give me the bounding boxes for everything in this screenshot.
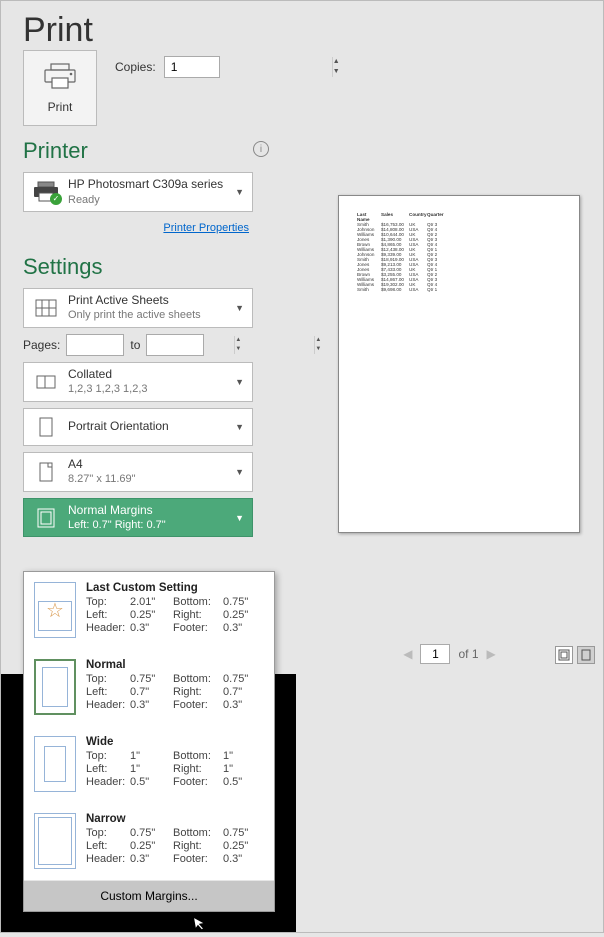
margin-thumb-icon: ☆ <box>34 582 76 638</box>
star-icon: ☆ <box>35 583 75 637</box>
chevron-down-icon: ▼ <box>235 187 244 197</box>
chevron-down-icon: ▼ <box>235 422 244 432</box>
zoom-to-page-button[interactable] <box>577 646 595 664</box>
collation-dropdown[interactable]: Collated 1,2,3 1,2,3 1,2,3 ▼ <box>23 362 253 402</box>
margin-option-last-custom[interactable]: ☆ Last Custom Setting Top:2.01" Bottom:0… <box>24 572 274 649</box>
margin-option-title: Narrow <box>86 813 126 825</box>
margins-popup: ☆ Last Custom Setting Top:2.01" Bottom:0… <box>23 571 275 912</box>
print-scope-dropdown[interactable]: Print Active Sheets Only print the activ… <box>23 288 253 328</box>
printer-dropdown[interactable]: ✓ HP Photosmart C309a series Ready ▼ <box>23 172 253 212</box>
margin-thumb-icon <box>34 659 76 715</box>
chevron-down-icon: ▼ <box>235 377 244 387</box>
next-page-button[interactable]: ▶ <box>487 647 496 661</box>
pages-to-input[interactable] <box>147 338 314 352</box>
margin-option-title: Last Custom Setting <box>86 582 198 594</box>
margin-option-normal[interactable]: Normal Top:0.75" Bottom:0.75" Left:0.7" … <box>24 649 274 726</box>
margin-thumb-icon <box>34 813 76 869</box>
orientation-dropdown[interactable]: Portrait Orientation ▼ <box>23 408 253 446</box>
collated-icon <box>32 368 60 396</box>
pages-label: Pages: <box>23 338 60 352</box>
paper-size-dropdown[interactable]: A4 8.27" x 11.69" ▼ <box>23 452 253 492</box>
collation-sub: 1,2,3 1,2,3 1,2,3 <box>68 382 227 396</box>
margin-option-narrow[interactable]: Narrow Top:0.75" Bottom:0.75" Left:0.25"… <box>24 803 274 880</box>
printer-status: Ready <box>68 193 227 207</box>
pages-from[interactable]: ▲▼ <box>66 334 124 356</box>
spinner-up-icon[interactable]: ▲ <box>315 336 321 345</box>
print-scope-title: Print Active Sheets <box>68 293 227 309</box>
printer-ready-icon: ✓ <box>32 181 60 203</box>
printer-heading: Printer <box>23 138 88 164</box>
pages-to-label: to <box>130 338 140 352</box>
printer-properties-link[interactable]: Printer Properties <box>163 222 249 234</box>
page-number-input[interactable] <box>420 644 450 664</box>
copies-label: Copies: <box>115 60 156 74</box>
copies-input[interactable] <box>165 60 332 74</box>
print-preview: Last Name Sales Country Quarter Smith$16… <box>338 195 580 533</box>
custom-margins-button[interactable]: Custom Margins... <box>24 880 274 911</box>
chevron-down-icon: ▼ <box>235 303 244 313</box>
sheets-icon <box>32 294 60 322</box>
margins-title: Normal Margins <box>68 503 227 519</box>
spinner-down-icon[interactable]: ▼ <box>333 67 340 77</box>
copies-spinner[interactable]: ▲▼ <box>164 56 220 78</box>
preview-table: Last Name Sales Country Quarter Smith$16… <box>357 212 561 292</box>
spinner-down-icon[interactable]: ▼ <box>315 345 321 354</box>
paper-title: A4 <box>68 457 227 473</box>
paper-sub: 8.27" x 11.69" <box>68 472 227 486</box>
orientation-title: Portrait Orientation <box>68 419 227 435</box>
margin-option-wide[interactable]: Wide Top:1" Bottom:1" Left:1" Right:1" H… <box>24 726 274 803</box>
printer-name: HP Photosmart C309a series <box>68 177 227 193</box>
margins-sub: Left: 0.7" Right: 0.7" <box>68 518 227 532</box>
print-button-label: Print <box>48 100 73 114</box>
pages-to[interactable]: ▲▼ <box>146 334 204 356</box>
margin-thumb-icon <box>34 736 76 792</box>
spinner-up-icon[interactable]: ▲ <box>333 57 340 67</box>
print-button[interactable]: Print <box>23 50 97 126</box>
print-scope-sub: Only print the active sheets <box>68 308 227 322</box>
page-icon <box>32 458 60 486</box>
printer-icon <box>43 63 77 94</box>
check-icon: ✓ <box>50 193 62 205</box>
prev-page-button[interactable]: ◀ <box>403 647 412 661</box>
chevron-down-icon: ▼ <box>235 513 244 523</box>
chevron-down-icon: ▼ <box>235 467 244 477</box>
info-icon[interactable]: i <box>253 141 269 157</box>
portrait-icon <box>32 413 60 441</box>
margins-icon <box>32 504 60 532</box>
settings-heading: Settings <box>23 254 269 280</box>
margins-dropdown[interactable]: Normal Margins Left: 0.7" Right: 0.7" ▼ <box>23 498 253 538</box>
margin-option-title: Normal <box>86 659 126 671</box>
page-total-label: of 1 <box>458 647 478 661</box>
page-title: Print <box>23 11 269 50</box>
collation-title: Collated <box>68 367 227 383</box>
show-margins-button[interactable] <box>555 646 573 664</box>
margin-option-title: Wide <box>86 736 113 748</box>
